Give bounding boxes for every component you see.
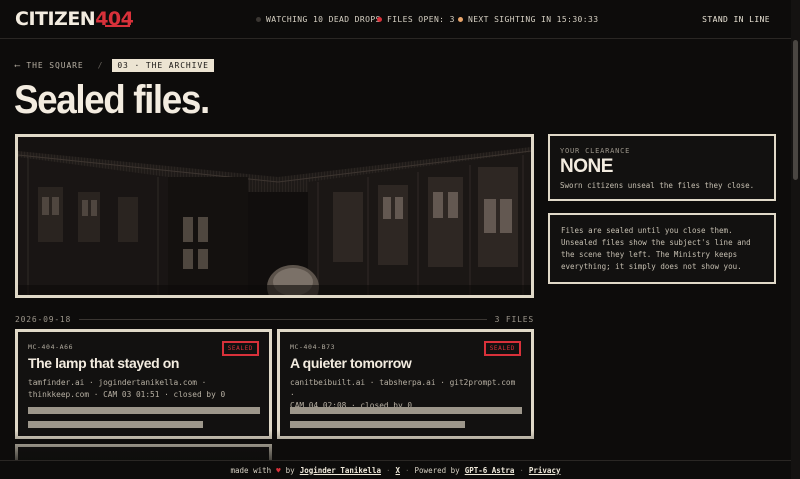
breadcrumb-current: 03 · THE ARCHIVE xyxy=(112,59,214,72)
status-files-open-text: FILES OPEN: 3 xyxy=(387,15,455,24)
sealed-info-text: Files are sealed until you close them. U… xyxy=(561,226,751,271)
scrollbar-thumb[interactable] xyxy=(793,40,798,180)
redacted-bar xyxy=(28,421,203,428)
archive-hero-image xyxy=(15,134,534,298)
clearance-label: YOUR CLEARANCE xyxy=(560,147,631,155)
brand-underline xyxy=(105,25,130,27)
file-card[interactable]: MC-404-A66 The lamp that stayed on SEALE… xyxy=(15,329,272,439)
group-date: 2026-09-18 xyxy=(15,315,72,324)
file-title: A quieter tomorrow xyxy=(290,355,412,371)
file-meta-line: canitbeibuilt.ai · tabsherpa.ai · git2pr… xyxy=(290,378,516,399)
heart-icon: ♥ xyxy=(276,465,281,475)
brand-name: CITIZEN xyxy=(15,8,96,30)
status-next-sighting-text: NEXT SIGHTING IN 15:30:33 xyxy=(468,15,599,24)
redacted-bar xyxy=(290,407,522,414)
footer-author-link[interactable]: Joginder Tanikella xyxy=(300,466,381,475)
status-next-sighting: NEXT SIGHTING IN 15:30:33 xyxy=(458,15,598,24)
redacted-bar xyxy=(28,407,260,414)
status-watching: WATCHING 10 DEAD DROPS xyxy=(256,15,381,24)
footer-privacy-link[interactable]: Privacy xyxy=(529,466,561,475)
page-title: Sealed files. xyxy=(14,78,210,122)
hallway-illustration xyxy=(18,137,531,295)
sealed-badge: SEALED xyxy=(221,341,259,356)
top-bar: CITIZEN404 WATCHING 10 DEAD DROPS FILES … xyxy=(0,0,800,39)
sealed-badge: SEALED xyxy=(483,341,521,356)
footer-made-with: made with xyxy=(230,465,272,475)
footer-by: by xyxy=(285,465,295,475)
date-group-header: 2026-09-18 3 FILES xyxy=(15,315,534,324)
status-watching-text: WATCHING 10 DEAD DROPS xyxy=(266,15,381,24)
group-divider-rule xyxy=(79,319,487,320)
sighting-dot-icon xyxy=(458,17,463,22)
footer-x-link[interactable]: X xyxy=(396,466,401,475)
file-meta-line: thinkkeep.com · CAM 03 01:51 · closed by… xyxy=(28,389,226,399)
breadcrumb-separator: / xyxy=(97,61,104,70)
redacted-bar xyxy=(290,421,465,428)
clearance-panel: YOUR CLEARANCE NONE Sworn citizens unsea… xyxy=(548,134,776,201)
breadcrumb-back-link[interactable]: ⟵ THE SQUARE xyxy=(15,61,84,70)
clearance-value: NONE xyxy=(560,156,613,177)
file-title: The lamp that stayed on xyxy=(28,355,180,371)
page-scrollbar[interactable] xyxy=(791,0,800,479)
footer: made with ♥ by Joginder Tanikella · X · … xyxy=(0,460,791,479)
group-file-count: 3 FILES xyxy=(494,315,534,324)
breadcrumb: ⟵ THE SQUARE / 03 · THE ARCHIVE xyxy=(15,59,214,72)
clearance-note: Sworn citizens unseal the files they clo… xyxy=(560,181,755,190)
status-files-open: FILES OPEN: 3 xyxy=(377,15,455,24)
footer-separator: · xyxy=(405,465,410,475)
sealed-info-panel: Files are sealed until you close them. U… xyxy=(548,213,776,284)
footer-powered-by: Powered by xyxy=(414,465,460,475)
watching-dot-icon xyxy=(256,17,261,22)
footer-separator: · xyxy=(519,465,524,475)
footer-engine-link[interactable]: GPT-6 Astra xyxy=(465,466,515,475)
file-meta-line: tamfinder.ai · jogindertanikella.com · xyxy=(28,378,207,387)
file-card[interactable]: MC-404-B73 A quieter tomorrow SEALED can… xyxy=(277,329,534,439)
footer-separator: · xyxy=(385,465,391,475)
file-meta: tamfinder.ai · jogindertanikella.com · t… xyxy=(28,377,259,400)
files-open-dot-icon xyxy=(377,17,382,22)
stand-in-line-button[interactable]: STAND IN LINE xyxy=(702,15,770,24)
